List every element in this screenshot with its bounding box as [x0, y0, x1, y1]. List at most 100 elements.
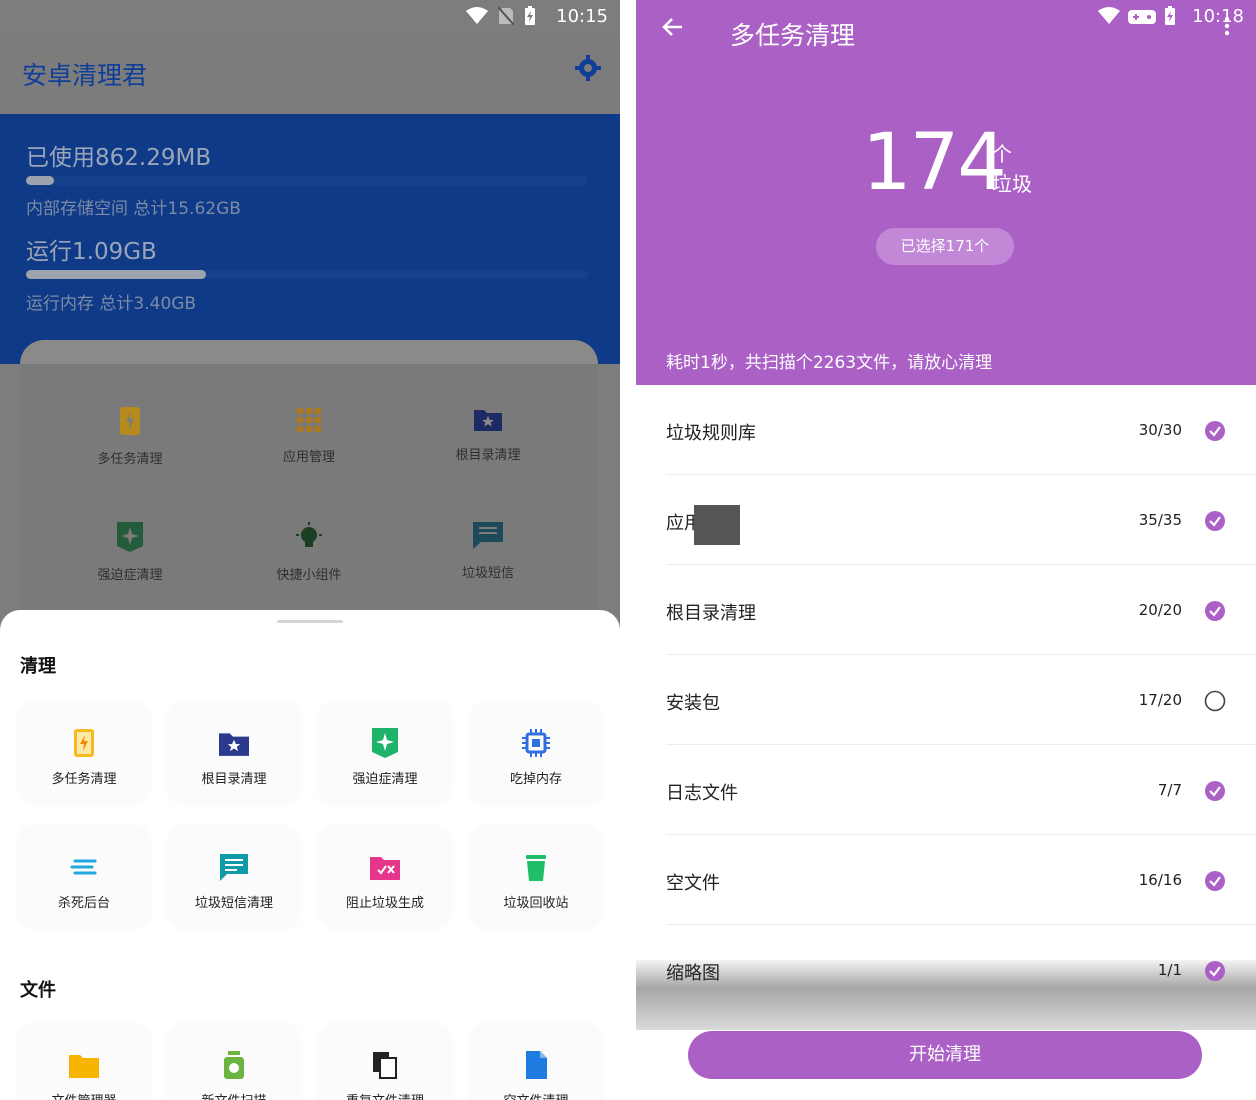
no-sim-icon	[498, 7, 514, 25]
tile-label: 根目录清理	[201, 772, 267, 787]
tile-label: 多任务清理	[51, 772, 117, 787]
phone-bolt-icon	[74, 729, 94, 757]
storage-used-label: 已使用862.29MB	[26, 145, 212, 171]
file-icon	[526, 1051, 547, 1079]
tile-multitask-clean[interactable]: 多任务清理	[18, 702, 150, 804]
dim-item-label: 应用管理	[282, 450, 335, 465]
category-name: 缩略图	[666, 963, 720, 984]
tile-label: 空文件清理	[470, 1090, 602, 1100]
tile-block-junk[interactable]: 阻止垃圾生成	[319, 826, 451, 928]
chip-icon	[522, 729, 550, 757]
app-bar: 安卓清理君	[0, 34, 620, 114]
tile-empty-file-clean[interactable]: 空文件清理	[470, 1024, 602, 1100]
tile-file-manager[interactable]: 文件管理器	[18, 1024, 150, 1100]
check-circle-icon[interactable]	[1204, 870, 1226, 892]
category-count: 35/35	[1138, 511, 1182, 529]
more-vert-icon[interactable]	[1224, 16, 1230, 40]
gear-icon[interactable]	[574, 54, 602, 86]
folder-block-icon	[370, 857, 400, 880]
storage-progress-bar	[26, 176, 588, 185]
tile-label: 文件管理器	[18, 1090, 150, 1100]
battery-charging-icon	[1165, 6, 1175, 25]
tile-label: 强迫症清理	[352, 772, 418, 787]
dim-item-apps[interactable]: 应用管理	[219, 406, 399, 465]
back-arrow-icon[interactable]	[660, 14, 686, 44]
tile-label: 新文件扫描	[168, 1090, 300, 1100]
lines-icon	[70, 859, 97, 875]
dim-item-widget[interactable]: 快捷小组件	[219, 522, 399, 583]
check-circle-icon[interactable]	[1204, 600, 1226, 622]
category-name: 垃圾规则库	[666, 423, 756, 444]
category-count: 30/30	[1138, 421, 1182, 439]
tile-kill-background[interactable]: 杀死后台	[18, 826, 150, 928]
bottom-sheet: 清理 多任务清理 根目录清理 强迫症清理 吃掉内存 杀死后台 垃圾短信清理 阻止…	[0, 610, 620, 1100]
right-screen: 多任务清理 10:18 174 个 垃圾 已选择171个 耗时1秒，共扫描个22…	[636, 0, 1256, 1100]
tile-root-clean[interactable]: 根目录清理	[168, 702, 300, 804]
dim-item-multitask[interactable]: 多任务清理	[40, 406, 220, 467]
category-name: 安装包	[666, 693, 720, 714]
duplicate-file-icon	[373, 1052, 397, 1079]
category-name: 空文件	[666, 873, 720, 894]
running-label: 运行1.09GB	[26, 239, 157, 265]
check-circle-icon[interactable]	[1204, 510, 1226, 532]
list-item[interactable]: 安装包 17/20	[636, 655, 1256, 745]
category-name: 日志文件	[666, 783, 738, 804]
unchecked-circle-icon[interactable]	[1204, 690, 1226, 712]
tile-label: 重复文件清理	[319, 1090, 451, 1100]
storage-panel: 已使用862.29MB 内部存储空间 总计15.62GB 运行1.09GB 运行…	[0, 114, 620, 364]
list-item[interactable]: 垃圾规则库 30/30	[636, 385, 1256, 475]
internal-storage-label: 内部存储空间 总计15.62GB	[26, 199, 241, 219]
tile-recycle-bin[interactable]: 垃圾回收站	[470, 826, 602, 928]
wifi-icon	[466, 7, 488, 24]
list-item[interactable]: 缩略图 1/1	[636, 925, 1256, 1015]
list-item[interactable]: 根目录清理 20/20	[636, 565, 1256, 655]
category-count: 20/20	[1138, 601, 1182, 619]
category-name: 根目录清理	[666, 603, 756, 624]
tile-new-file-scan[interactable]: 新文件扫描	[168, 1024, 300, 1100]
selected-count-pill[interactable]: 已选择171个	[876, 228, 1014, 265]
ram-progress-bar	[26, 270, 588, 279]
dim-item-label: 强迫症清理	[97, 568, 163, 583]
scan-header: 多任务清理 10:18 174 个 垃圾 已选择171个 耗时1秒，共扫描个22…	[636, 0, 1256, 385]
apps-grid-icon	[297, 408, 321, 432]
dim-item-label: 快捷小组件	[276, 568, 342, 583]
tile-sms-clean[interactable]: 垃圾短信清理	[168, 826, 300, 928]
sparkle-badge-icon	[117, 522, 143, 552]
dim-item-label: 垃圾短信	[461, 566, 514, 581]
status-time: 10:15	[556, 6, 608, 27]
page-title: 多任务清理	[730, 21, 856, 50]
start-clean-button[interactable]: 开始清理	[688, 1031, 1202, 1079]
tile-duplicate-clean[interactable]: 重复文件清理	[319, 1024, 451, 1100]
dim-item-root[interactable]: 根目录清理	[398, 406, 578, 463]
tile-eat-memory[interactable]: 吃掉内存	[470, 702, 602, 804]
check-circle-icon[interactable]	[1204, 420, 1226, 442]
tile-label: 吃掉内存	[509, 772, 562, 787]
folder-star-icon	[219, 733, 249, 756]
scribble-mask	[694, 505, 740, 545]
junk-unit-top: 个	[992, 142, 1012, 166]
ram-total-label: 运行内存 总计3.40GB	[26, 294, 197, 314]
dim-item-sms[interactable]: 垃圾短信	[398, 522, 578, 581]
tile-label: 垃圾回收站	[503, 896, 569, 911]
list-item[interactable]: 空文件 16/16	[636, 835, 1256, 925]
dim-item-label: 根目录清理	[455, 448, 521, 463]
message-icon	[220, 854, 248, 881]
check-circle-icon[interactable]	[1204, 960, 1226, 982]
ram-progress-fill	[26, 270, 206, 279]
sheet-drag-handle[interactable]	[277, 620, 343, 623]
category-count: 17/20	[1138, 691, 1182, 709]
dim-item-ocd[interactable]: 强迫症清理	[40, 522, 220, 583]
category-count: 16/16	[1138, 871, 1182, 889]
app-title: 安卓清理君	[22, 61, 148, 90]
message-icon	[473, 522, 503, 549]
list-item[interactable]: 日志文件 7/7	[636, 745, 1256, 835]
check-circle-icon[interactable]	[1204, 780, 1226, 802]
scan-summary: 耗时1秒，共扫描个2263文件，请放心清理	[666, 353, 993, 373]
tile-ocd-clean[interactable]: 强迫症清理	[319, 702, 451, 804]
storage-progress-fill	[26, 176, 55, 185]
jar-icon	[224, 1051, 244, 1079]
status-icons	[1098, 6, 1176, 26]
sparkle-badge-icon	[372, 728, 398, 758]
wifi-icon	[1098, 7, 1120, 24]
junk-count: 174	[862, 118, 1007, 208]
